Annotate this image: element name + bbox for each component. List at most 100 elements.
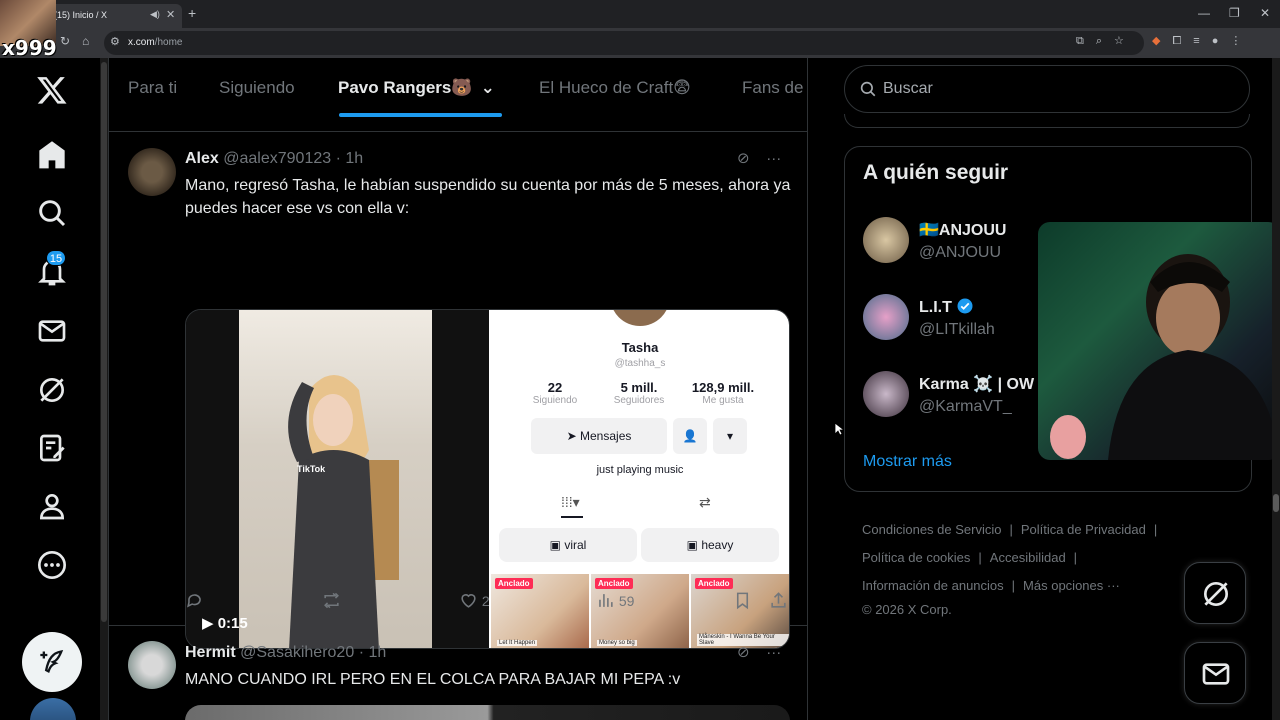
search-icon[interactable] [36,197,68,229]
tweet-author-handle[interactable]: @aalex790123 [223,150,331,167]
suggestion-name-row[interactable]: L.I.T [919,297,974,317]
stat-followers-value: 5 mill. [620,380,658,395]
more-dots-icon[interactable]: ··· [766,644,781,661]
profile-bio: just playing music [596,464,684,476]
mail-icon[interactable] [36,315,68,347]
cookies-link[interactable]: Política de cookies [862,550,970,565]
account-avatar[interactable] [30,698,76,720]
bookmark-star-icon[interactable]: ☆ [1114,35,1136,47]
tweet-hermit[interactable]: Hermit @Sasakihero20 · 1h ⊘ ··· MANO CUA… [109,627,807,720]
lists-icon[interactable] [36,432,68,464]
browser-tab[interactable]: (15) Inicio / X ◀) ✕ [48,4,182,28]
search-box[interactable] [844,65,1250,113]
more-dots-icon[interactable]: ··· [766,150,781,167]
accessibility-link[interactable]: Accesibilidad [990,550,1066,565]
grok-icon[interactable] [36,374,68,406]
x-logo-icon[interactable] [36,74,68,106]
suggestion-avatar[interactable] [863,371,909,417]
like-button[interactable]: 2 [459,591,490,610]
grok-icon[interactable]: ⊘ [737,644,750,661]
suggestion-name[interactable]: Karma ☠️ | OW [919,374,1034,394]
profile-photo [610,310,670,326]
notification-badge: 15 [46,250,66,266]
site-info-icon[interactable]: ⚙ [110,35,120,48]
streamer-webcam [1038,222,1280,460]
home-page-icon[interactable]: ⌂ [82,34,89,48]
grok-icon[interactable]: ⊘ [737,150,750,167]
more-options-link[interactable]: Más opciones ··· [1023,578,1120,593]
left-scrollbar-thumb[interactable] [101,62,107,622]
reply-button[interactable] [185,591,204,610]
tweet-author-name[interactable]: Hermit [185,644,236,661]
suggestion-avatar[interactable] [863,294,909,340]
like-count: 2 [481,593,490,609]
omnibox-actions: ⧉⌕☆ [1076,34,1136,48]
window-close-icon[interactable]: ✕ [1260,6,1270,20]
feather-plus-icon [40,650,64,673]
profile-icon[interactable] [36,490,68,522]
privacy-link[interactable]: Política de Privacidad [1021,522,1146,537]
stat-likes-value: 128,9 mill. [691,380,755,395]
ads-info-link[interactable]: Información de anuncios [862,578,1004,593]
terms-link[interactable]: Condiciones de Servicio [862,522,1001,537]
reload-icon[interactable]: ↻ [60,34,70,48]
compose-post-button[interactable] [22,632,82,692]
new-tab-icon[interactable]: + [188,5,196,21]
install-icon[interactable]: ⧉ [1076,35,1096,47]
extension-icon[interactable]: ◆ [1152,35,1172,47]
bookmark-button[interactable] [733,591,752,610]
tweet-author-name[interactable]: Alex [185,150,219,167]
send-icon: ➤ [566,429,577,443]
footer-separator: | [1009,522,1013,537]
tweet-time[interactable]: 1h [345,150,363,167]
menu-dots-icon[interactable]: ⋮ [1230,35,1253,47]
right-scrollbar-thumb[interactable] [1273,494,1279,512]
share-button[interactable] [769,591,788,610]
puzzle-icon[interactable]: ⧠ [1172,35,1193,47]
views-icon [599,594,613,607]
tweet-avatar[interactable] [128,148,176,196]
url-text[interactable]: x.com/home [128,37,182,48]
active-tab-indicator [339,113,502,117]
feed-tab-bar: Para ti Siguiendo Pavo Rangers🐻 ⌄ El Huec… [109,58,807,132]
repost-icon [324,592,339,609]
minimize-icon[interactable]: — [1198,6,1210,20]
more-icon[interactable] [36,549,68,581]
speaker-icon[interactable]: ◀) [150,9,160,20]
suggestion-avatar[interactable] [863,217,909,263]
zoom-icon[interactable]: ⌕ [1096,35,1114,47]
messages-floating-button[interactable] [1184,642,1246,704]
webcam-person-image [1050,254,1280,460]
home-icon[interactable] [36,139,68,171]
tweet-media-preview[interactable] [185,705,790,720]
tweet-alex[interactable]: Alex @aalex790123 · 1h ⊘ ··· Mano, regre… [109,133,807,649]
tab-para-ti[interactable]: Para ti [128,78,177,98]
playlist-chip-viral: ▣ viral [499,528,637,562]
views-button[interactable]: 59 [596,591,634,610]
tweet-dot: · [335,150,341,167]
restore-icon[interactable]: ❐ [1229,6,1240,20]
tweet-avatar[interactable] [128,641,176,689]
left-navigation: 15 [0,58,100,720]
tweet-time[interactable]: 1h [368,644,386,661]
grok-floating-button[interactable] [1184,562,1246,624]
tab-fans-de[interactable]: Fans de [742,78,803,98]
profile-avatar-icon[interactable]: ● [1212,35,1231,47]
repost-button[interactable] [322,591,341,610]
omnibox[interactable]: ⚙ x.com/home [104,31,1144,55]
tweet-text: Mano, regresó Tasha, le habían suspendid… [185,177,791,217]
suggestion-handle: @ANJOUU [919,244,1002,261]
tab-close-icon[interactable]: ✕ [166,8,175,21]
show-more-link[interactable]: Mostrar más [863,453,952,471]
add-friend-icon: 👤 [673,418,707,454]
tab-pavo-rangers[interactable]: Pavo Rangers🐻 ⌄ [338,78,495,98]
tweet-author-handle[interactable]: @Sasakihero20 [240,644,354,661]
tab-hueco-de-craft[interactable]: El Hueco de Craft😨 [539,78,691,98]
media-icon[interactable]: ≡ [1193,35,1211,47]
chevron-down-icon[interactable]: ⌄ [481,78,495,98]
stat-following-label: Siguiendo [532,395,578,406]
search-input[interactable] [883,78,1223,100]
suggestion-name[interactable]: 🇸🇪ANJOUU [919,220,1006,240]
tab-siguiendo[interactable]: Siguiendo [219,78,295,98]
stat-followers-label: Seguidores [613,395,665,406]
